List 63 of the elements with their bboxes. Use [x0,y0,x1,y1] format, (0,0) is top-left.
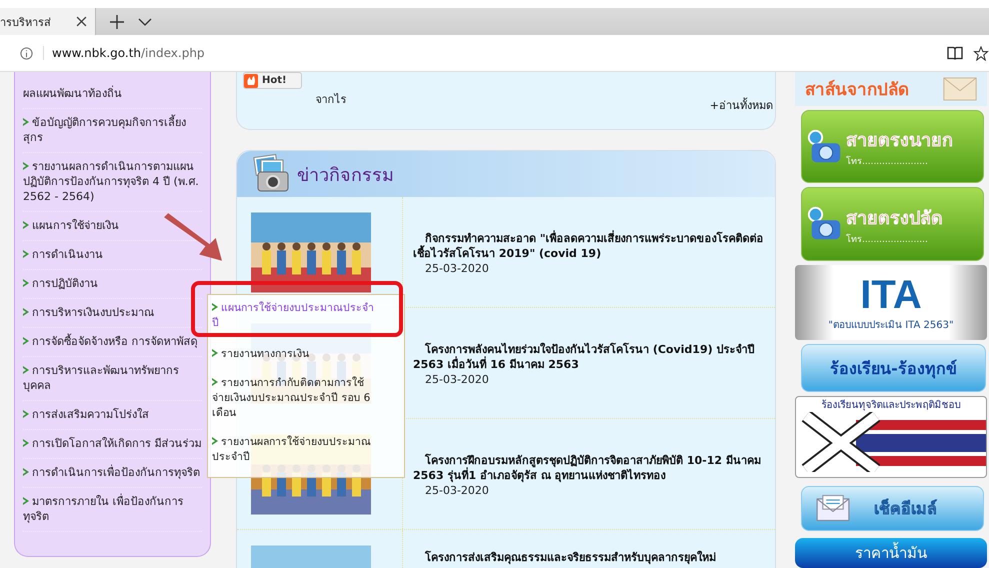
sidebar-link[interactable]: ผลแผนพัฒนาท้องถิ่น [23,86,202,101]
info-icon [20,46,33,60]
oil-price-button[interactable]: ราคาน้ำมัน [795,538,987,568]
sidebar-link[interactable]: การบริหารเงินงบประมาณ [23,305,202,320]
read-all-link[interactable]: +อ่านทั้งหมด [710,96,773,114]
ita-banner[interactable]: ITA "ตอบแบบประเมิน ITA 2563" [795,264,987,340]
sidebar-link[interactable]: การดำเนินงาน [23,247,202,262]
banner-title: สาส์นจากปลัด [805,78,909,102]
menu-item[interactable]: รายงานผลการใช้จ่ายงบประมาณประจำปี [212,435,394,465]
chevron-icon [212,349,218,357]
sidebar-link[interactable]: แผนการใช้จ่ายเงิน [23,218,202,233]
news-date: 25-03-2020 [424,483,490,498]
sidebar-link[interactable]: มาตรการภายใน เพื่อป้องกันการทุจริต [23,494,202,524]
plus-icon [110,14,124,28]
browser-tab[interactable]: ารบริหารส่ [0,8,96,35]
sidebar-link[interactable]: ข้อบัญญัติการควบคุมกิจการเลี้ยงสุกร [23,115,202,145]
chevron-icon [23,250,29,258]
sidebar-link[interactable]: การปฏิบัติงาน [23,276,202,291]
menu-item[interactable]: แผนการใช้จ่ายงบประมาณประจำปี [212,301,394,331]
chevron-icon [212,303,218,311]
news-date: 25-03-2020 [424,261,490,276]
chevron-icon [212,378,218,386]
sidebar-link[interactable]: การจัดซื้อจัดจ้างหรือ การจัดหาพัสดุ [23,334,202,349]
menu-item[interactable]: รายงานการกำกับติดตามการใช้จ่ายเงินงบประมาณประจำปี รอบ 6 เดือน [212,376,394,421]
chevron-icon [212,437,218,445]
close-icon [76,16,87,27]
book-icon [947,46,963,60]
chevron-icon [23,439,29,447]
camera-icon [251,154,291,194]
chevron-icon [23,118,29,126]
email-button[interactable]: เช็คอีเมล์ [801,486,984,532]
complaint-button[interactable]: ร้องเรียน-ร้องทุกข์ [801,344,986,392]
panel-title: ข่าวกิจกรรม [297,164,394,188]
chevron-icon [23,221,29,229]
envelope-icon [816,494,850,522]
address-field[interactable]: www.nbk.go.th/index.php [43,46,937,60]
chevron-icon [23,366,29,374]
chevron-icon [23,410,29,418]
flame-icon [244,74,258,88]
menu-item[interactable]: รายงานทางการเงิน [212,347,394,362]
sidebar-link[interactable]: รายงานผลการดำเนินการตามแผนปฏิบัติการป้องกันการทุจริต 4 ปี (พ.ศ. 2562 - 2564) [23,159,202,204]
envelope-icon [943,76,977,102]
chevron-icon [23,308,29,316]
hot-badge: Hot! [243,72,302,89]
news-title[interactable]: จากไร [316,90,347,108]
sidebar-link[interactable]: การเปิดโอกาสให้เกิดการ มีส่วนร่วม [23,436,202,451]
chevron-icon [23,337,29,345]
corruption-banner[interactable]: ร้องเรียนทุจริตและประพฤติมิชอบ [795,396,987,478]
news-title[interactable]: โครงการฝึกอบรมหลักสูตรชุดปฏิบัติการจิตอาสาภัยพิบัติ 10-12 มีนาคม 2563 รุ่นที่1 อำเภอจัตุรัส ณ อุทยานแห่งชาติไทรทอง [413,453,771,483]
chevron-icon [23,279,29,287]
news-title[interactable]: โครงการพลังคนไทยร่วมใจป้องกันไวรัสโคโรนา (Covid19) ประจำปี 2563 เมื่อวันที่ 16 มีนาคม 2563 [413,342,771,372]
sidebar-link[interactable]: การส่งเสริมความโปร่งใส [23,407,202,422]
chevron-icon [23,468,29,476]
star-icon [973,46,989,60]
chevron-icon [23,497,29,505]
news-date: 25-03-2020 [424,372,490,387]
news-title[interactable]: โครงการส่งเสริมคุณธรรมและจริยธรรมสำหรับบุคลากรยุคใหม่ [413,550,771,565]
chevron-icon [23,162,29,170]
news-title[interactable]: กิจกรรมทำความสะอาด "เพื่อลดความเสี่ยงการแพร่ระบาดของโรคติดต่อเชื้อไวรัสโคโรนา 2019" (covid 19) [413,231,771,261]
sidebar-link[interactable]: การบริหารและพัฒนาทรัพยากรบุคคล [23,363,202,393]
chevron-down-icon [138,18,152,26]
sidebar-link[interactable]: การดำเนินการเพื่อป้องกันการทุจริต [23,465,202,480]
tab-title: ารบริหารส่ [0,14,51,30]
